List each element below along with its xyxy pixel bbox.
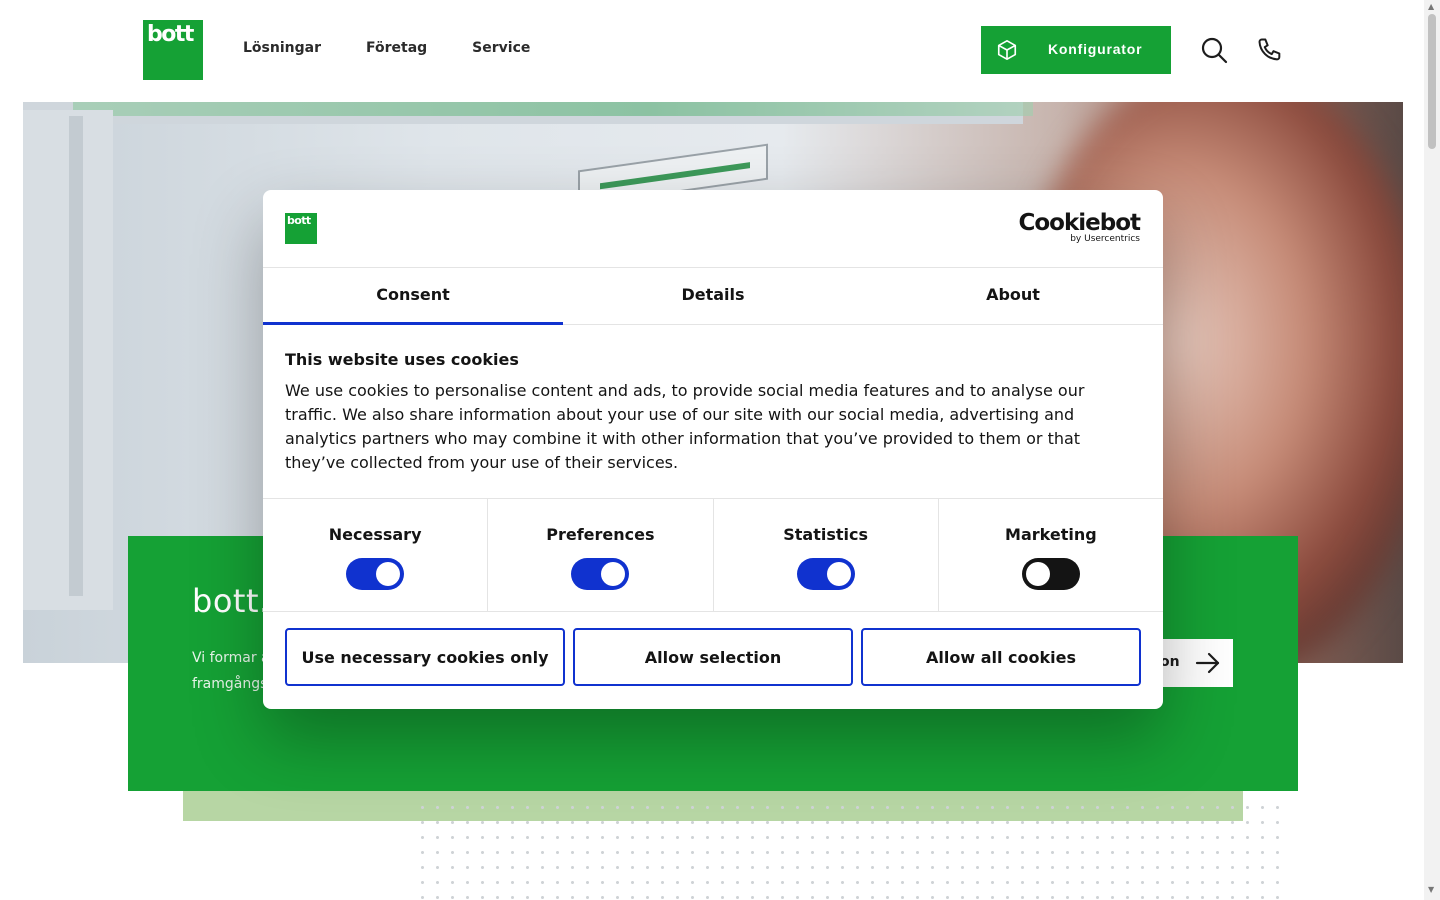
category-label: Statistics xyxy=(783,525,868,544)
necessary-only-button[interactable]: Use necessary cookies only xyxy=(285,628,565,686)
dialog-heading: This website uses cookies xyxy=(285,350,519,369)
category-preferences: Preferences xyxy=(488,499,714,611)
allow-selection-button[interactable]: Allow selection xyxy=(573,628,853,686)
category-necessary: Necessary xyxy=(263,499,489,611)
dialog-tabs: Consent Details About xyxy=(263,267,1163,325)
nav-item-losningar[interactable]: Lösningar xyxy=(243,40,321,56)
monitor-side-panel xyxy=(23,110,113,610)
category-statistics: Statistics xyxy=(714,499,939,611)
search-icon[interactable] xyxy=(1200,36,1228,64)
scroll-up-icon[interactable]: ▲ xyxy=(1428,2,1434,11)
dot-pattern xyxy=(415,800,1285,900)
necessary-toggle[interactable] xyxy=(346,558,405,590)
dialog-body-text: We use cookies to personalise content an… xyxy=(285,381,1085,472)
category-label: Marketing xyxy=(1005,525,1097,544)
bott-logo[interactable]: bott xyxy=(143,20,203,80)
site-header: bott Lösningar Företag Service Konfigura… xyxy=(0,0,1424,101)
category-marketing: Marketing xyxy=(939,499,1163,611)
cookiebot-name: Cookiebot xyxy=(1018,210,1141,236)
marketing-toggle[interactable] xyxy=(1021,558,1080,590)
cookie-category-toggles: Necessary Preferences Statistics Marketi… xyxy=(263,498,1163,612)
konfigurator-button[interactable]: Konfigurator xyxy=(981,26,1171,74)
phone-icon[interactable] xyxy=(1256,36,1284,64)
main-nav: Lösningar Företag Service xyxy=(243,40,530,56)
scroll-down-icon[interactable]: ▼ xyxy=(1428,885,1434,894)
dialog-actions: Use necessary cookies only Allow selecti… xyxy=(285,628,1141,686)
tab-consent[interactable]: Consent xyxy=(263,268,563,325)
scrollbar-thumb[interactable] xyxy=(1428,14,1436,149)
nav-item-service[interactable]: Service xyxy=(472,40,530,56)
cookie-consent-dialog: bott Cookiebot by Usercentrics Consent D… xyxy=(263,190,1163,709)
allow-all-button[interactable]: Allow all cookies xyxy=(861,628,1141,686)
statistics-toggle[interactable] xyxy=(796,558,855,590)
monitor-toolbar-accent xyxy=(73,102,1033,116)
konfigurator-label: Konfigurator xyxy=(1048,41,1143,57)
nav-item-foretag[interactable]: Företag xyxy=(366,40,427,56)
arrow-right-icon xyxy=(1195,652,1220,674)
tab-details[interactable]: Details xyxy=(563,268,863,324)
monitor-side-strip xyxy=(69,116,83,596)
category-label: Necessary xyxy=(328,525,422,544)
cookiebot-logo[interactable]: Cookiebot by Usercentrics xyxy=(1018,210,1141,244)
cube-icon xyxy=(997,40,1017,60)
category-label: Preferences xyxy=(546,525,655,544)
tab-about[interactable]: About xyxy=(863,268,1163,324)
dialog-bott-logo: bott xyxy=(285,213,317,244)
banner-title: bott. xyxy=(192,582,270,620)
preferences-toggle[interactable] xyxy=(571,558,630,590)
